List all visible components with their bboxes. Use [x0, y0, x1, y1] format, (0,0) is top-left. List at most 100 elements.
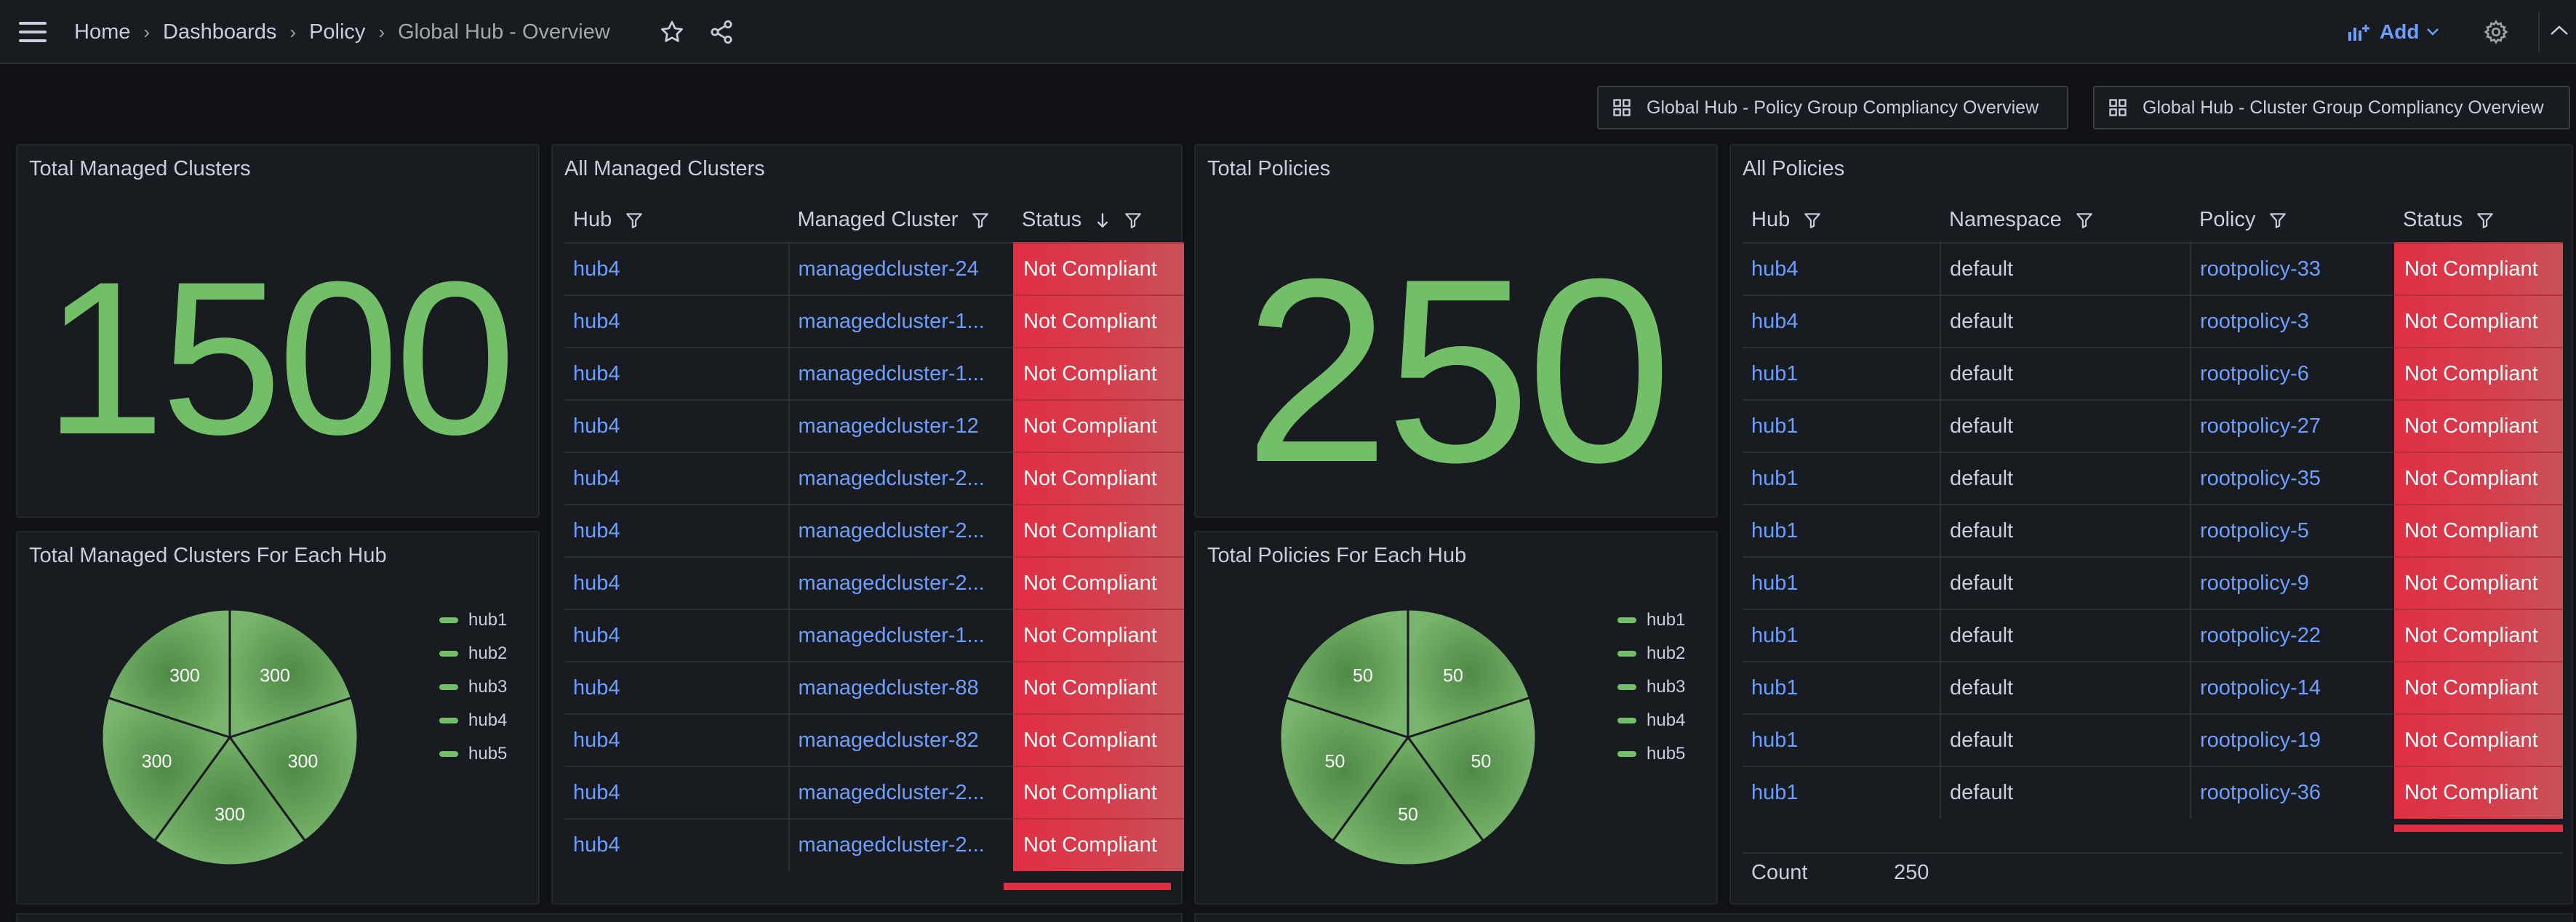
policy-group-compliancy-link[interactable]: Global Hub - Policy Group Compliancy Ove… [1597, 86, 2068, 129]
hub-link[interactable]: hub1 [1743, 713, 1940, 766]
managed-cluster-link[interactable]: managedcluster-24 [788, 242, 1014, 295]
managed-cluster-link[interactable]: managedcluster-1... [788, 347, 1014, 400]
policy-link[interactable]: rootpolicy-19 [2190, 713, 2394, 766]
breadcrumb-dashboards[interactable]: Dashboards [163, 20, 276, 44]
hub-link[interactable]: hub1 [1743, 399, 1940, 452]
column-header-status[interactable]: Status [2394, 198, 2563, 243]
table-row: hub1 default rootpolicy-36 Not Compliant [1743, 766, 2563, 819]
policies-per-hub-pie-chart: 50 50 50 50 50 [1279, 608, 1537, 867]
managed-cluster-link[interactable]: managedcluster-2... [788, 556, 1014, 609]
column-header-hub[interactable]: Hub [564, 198, 789, 243]
policy-link[interactable]: rootpolicy-5 [2190, 504, 2394, 557]
hub-link[interactable]: hub4 [564, 399, 789, 452]
filter-icon[interactable] [971, 211, 990, 230]
add-button-label: Add [2380, 20, 2420, 43]
hub-link[interactable]: hub4 [564, 242, 789, 295]
collapse-icon[interactable] [2548, 22, 2570, 39]
policy-link[interactable]: rootpolicy-27 [2190, 399, 2394, 452]
policy-link[interactable]: rootpolicy-36 [2190, 766, 2394, 819]
dashboard-link-label: Global Hub - Cluster Group Compliancy Ov… [2143, 97, 2544, 118]
managed-cluster-link[interactable]: managedcluster-2... [788, 452, 1014, 505]
hub-link[interactable]: hub1 [1743, 766, 1940, 819]
filter-icon[interactable] [1803, 211, 1822, 230]
column-header-managed-cluster[interactable]: Managed Cluster [789, 198, 1014, 243]
legend-label: hub2 [468, 644, 508, 663]
policy-link[interactable]: rootpolicy-3 [2190, 294, 2394, 348]
panel-title: All Managed Clusters [564, 157, 765, 180]
hub-link[interactable]: hub1 [1743, 504, 1940, 557]
pie-slice-label: 300 [169, 666, 200, 686]
managed-cluster-link[interactable]: managedcluster-2... [788, 504, 1014, 557]
legend-item[interactable]: hub3 [1617, 670, 1685, 704]
table-row: hub4 managedcluster-24 Not Compliant [564, 242, 1184, 295]
add-button[interactable]: Add [2348, 16, 2448, 48]
share-icon[interactable] [708, 19, 735, 45]
policy-link[interactable]: rootpolicy-6 [2190, 347, 2394, 400]
filter-icon[interactable] [2476, 211, 2495, 230]
hub-link[interactable]: hub1 [1743, 609, 1940, 662]
legend-label: hub4 [1647, 710, 1686, 730]
status-cell: Not Compliant [1013, 242, 1184, 295]
hub-link[interactable]: hub1 [1743, 347, 1940, 400]
hub-link[interactable]: hub4 [564, 818, 789, 871]
legend-item[interactable]: hub2 [1617, 637, 1685, 670]
hub-link[interactable]: hub4 [1743, 294, 1940, 348]
policy-link[interactable]: rootpolicy-9 [2190, 556, 2394, 609]
policy-link[interactable]: rootpolicy-14 [2190, 661, 2394, 714]
next-row-panel [16, 913, 1183, 922]
star-icon[interactable] [659, 19, 685, 45]
hub-link[interactable]: hub4 [1743, 242, 1940, 295]
managed-cluster-link[interactable]: managedcluster-2... [788, 818, 1014, 871]
policy-link[interactable]: rootpolicy-35 [2190, 452, 2394, 505]
filter-icon[interactable] [2268, 211, 2287, 230]
column-header-policy[interactable]: Policy [2191, 198, 2394, 243]
policy-link[interactable]: rootpolicy-33 [2190, 242, 2394, 295]
filter-icon[interactable] [2075, 211, 2094, 230]
hub-link[interactable]: hub1 [1743, 556, 1940, 609]
legend-item[interactable]: hub5 [1617, 737, 1685, 771]
hub-link[interactable]: hub4 [564, 713, 789, 766]
legend-item[interactable]: hub1 [1617, 604, 1685, 637]
managed-cluster-link[interactable]: managedcluster-88 [788, 661, 1014, 714]
legend-item[interactable]: hub4 [1617, 704, 1685, 737]
hub-link[interactable]: hub4 [564, 556, 789, 609]
breadcrumb-policy[interactable]: Policy [309, 20, 365, 44]
managed-cluster-link[interactable]: managedcluster-1... [788, 609, 1014, 662]
breadcrumb-home[interactable]: Home [74, 20, 130, 44]
hub-link[interactable]: hub1 [1743, 661, 1940, 714]
namespace-cell: default [1940, 609, 2191, 662]
managed-cluster-link[interactable]: managedcluster-82 [788, 713, 1014, 766]
table-row: hub4 managedcluster-1... Not Compliant [564, 294, 1184, 348]
filter-icon[interactable] [1124, 211, 1143, 230]
managed-cluster-link[interactable]: managedcluster-1... [788, 294, 1014, 348]
sort-desc-icon[interactable] [1095, 211, 1111, 230]
hub-link[interactable]: hub4 [564, 609, 789, 662]
legend-item[interactable]: hub4 [439, 704, 507, 737]
legend-item[interactable]: hub5 [439, 737, 507, 771]
legend-item[interactable]: hub1 [439, 604, 507, 637]
cluster-group-compliancy-link[interactable]: Global Hub - Cluster Group Compliancy Ov… [2093, 86, 2570, 129]
managed-cluster-link[interactable]: managedcluster-2... [788, 766, 1014, 819]
legend-item[interactable]: hub3 [439, 670, 507, 704]
hub-link[interactable]: hub4 [564, 347, 789, 400]
menu-icon[interactable] [17, 19, 48, 45]
column-header-hub[interactable]: Hub [1743, 198, 1940, 243]
partial-status-cell [1004, 883, 1171, 890]
hub-link[interactable]: hub1 [1743, 452, 1940, 505]
policy-link[interactable]: rootpolicy-22 [2190, 609, 2394, 662]
hub-link[interactable]: hub4 [564, 294, 789, 348]
column-header-namespace[interactable]: Namespace [1940, 198, 2191, 243]
column-header-status[interactable]: Status [1013, 198, 1184, 243]
namespace-cell: default [1940, 452, 2191, 505]
hub-link[interactable]: hub4 [564, 661, 789, 714]
gear-icon[interactable] [2483, 19, 2509, 45]
total-policies-panel: Total Policies 250 [1194, 144, 1718, 518]
table-row: hub1 default rootpolicy-5 Not Compliant [1743, 504, 2563, 557]
legend-item[interactable]: hub2 [439, 637, 507, 670]
filter-icon[interactable] [625, 211, 644, 230]
hub-link[interactable]: hub4 [564, 504, 789, 557]
namespace-cell: default [1940, 347, 2191, 400]
hub-link[interactable]: hub4 [564, 452, 789, 505]
managed-cluster-link[interactable]: managedcluster-12 [788, 399, 1014, 452]
hub-link[interactable]: hub4 [564, 766, 789, 819]
